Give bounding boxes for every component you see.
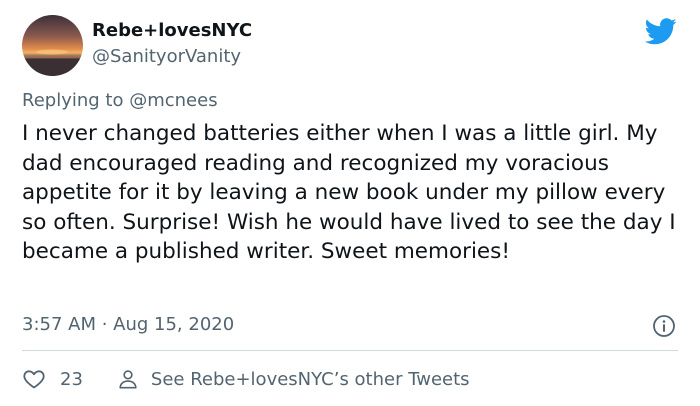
reply-mention-link[interactable]: @mcnees	[129, 90, 217, 111]
like-count: 23	[60, 368, 83, 390]
see-other-tweets-link[interactable]: See Rebe+lovesNYC’s other Tweets	[117, 368, 470, 390]
tweet-timestamp[interactable]: 3:57 AM · Aug 15, 2020	[22, 314, 234, 335]
twitter-bird-icon[interactable]	[644, 18, 677, 45]
avatar[interactable]	[22, 15, 83, 76]
replying-to: Replying to @mcnees	[22, 90, 218, 111]
tweet-text: I never changed batteries either when I …	[22, 121, 676, 264]
see-other-tweets-label: See Rebe+lovesNYC’s other Tweets	[150, 368, 470, 390]
info-icon[interactable]	[652, 314, 676, 338]
avatar-image	[22, 15, 83, 76]
person-icon	[119, 370, 137, 389]
tweet-actions: 23 See Rebe+lovesNYC’s other Tweets	[22, 366, 470, 392]
replying-to-label: Replying to	[22, 90, 130, 111]
tweet-card: Rebe+lovesNYC @SanityorVanity Replying t…	[0, 0, 700, 406]
author-handle[interactable]: @SanityorVanity	[92, 46, 241, 67]
divider	[22, 350, 678, 351]
author-display-name[interactable]: Rebe+lovesNYC	[92, 20, 252, 41]
heart-icon	[23, 370, 45, 389]
like-button[interactable]: 23	[22, 367, 83, 391]
